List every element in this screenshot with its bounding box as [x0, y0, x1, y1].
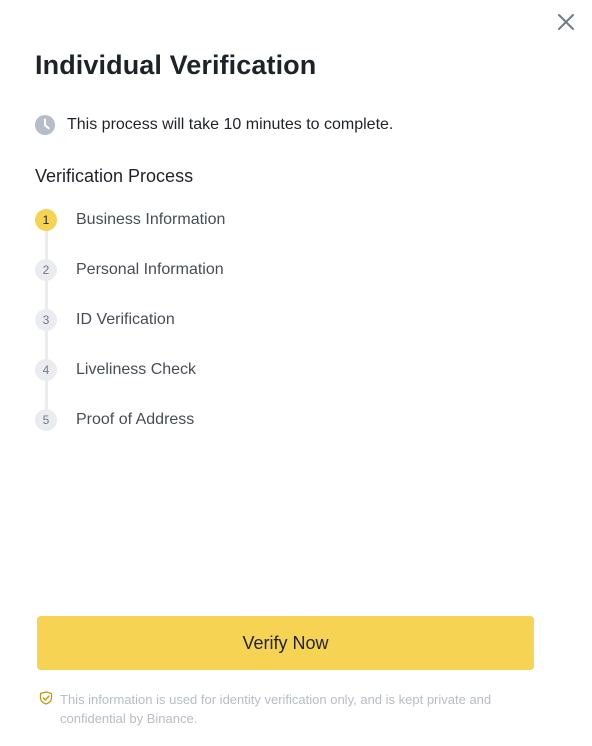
shield-check-icon [39, 691, 53, 705]
step-proof-of-address: 5 Proof of Address [35, 408, 194, 432]
step-number: 4 [35, 359, 57, 381]
step-id-verification: 3 ID Verification [35, 308, 175, 332]
clock-icon [35, 115, 55, 135]
step-label: Liveliness Check [76, 361, 197, 378]
step-liveliness-check: 4 Liveliness Check [35, 358, 196, 382]
step-label: Personal Information [76, 261, 224, 278]
step-number: 5 [35, 409, 57, 431]
time-notice: This process will take 10 minutes to com… [35, 114, 393, 136]
close-button[interactable] [554, 10, 578, 34]
step-business-information: 1 Business Information [35, 208, 225, 232]
close-icon [558, 14, 574, 30]
privacy-notice: This information is used for identity ve… [39, 690, 539, 728]
step-number: 3 [35, 309, 57, 331]
privacy-text: This information is used for identity ve… [60, 692, 492, 726]
verify-now-button[interactable]: Verify Now [37, 616, 534, 670]
step-number: 2 [35, 259, 57, 281]
process-title: Verification Process [35, 166, 194, 186]
notice-text: This process will take 10 minutes to com… [67, 116, 394, 133]
step-label: Proof of Address [76, 411, 195, 428]
step-number: 1 [35, 209, 57, 231]
step-label: ID Verification [76, 311, 175, 328]
step-personal-information: 2 Personal Information [35, 258, 224, 282]
step-label: Business Information [76, 211, 226, 228]
verification-steps: 1 Business Information 2 Personal Inform… [35, 208, 435, 438]
dialog-title: Individual Verification [35, 50, 317, 80]
